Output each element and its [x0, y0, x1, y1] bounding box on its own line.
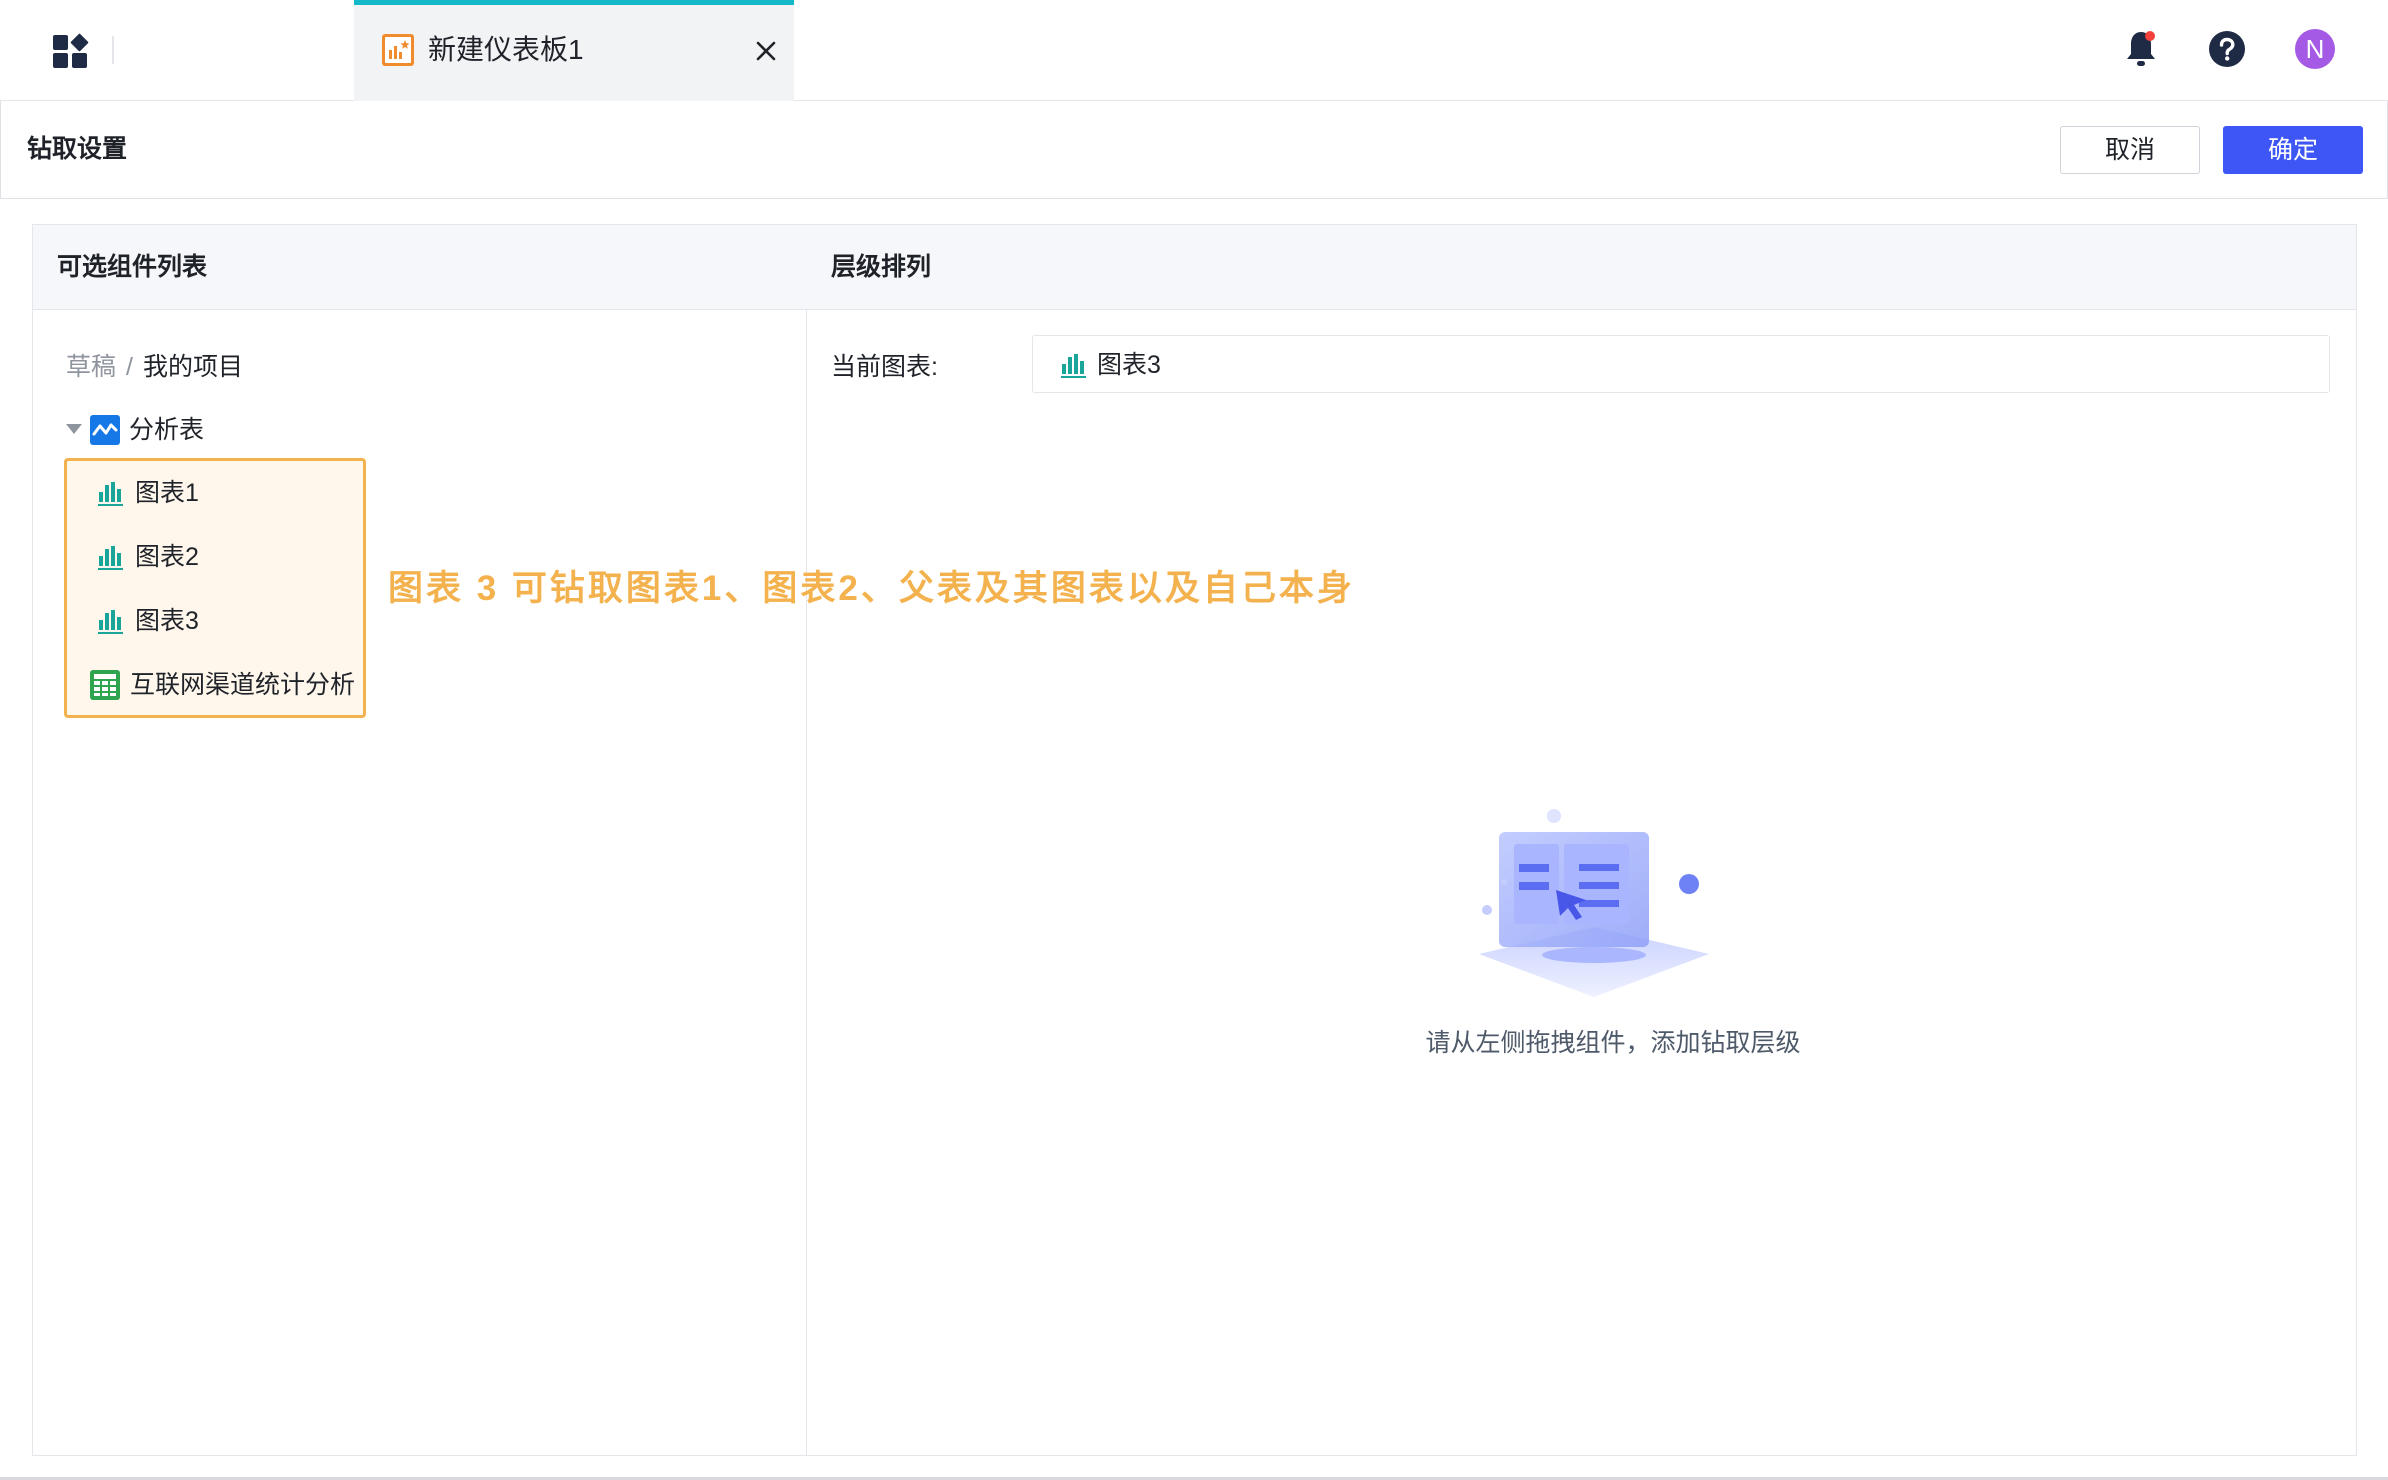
panel-header: 可选组件列表 层级排列: [33, 225, 2356, 310]
tree-item-chart-3[interactable]: 图表3: [97, 601, 387, 641]
bar-chart-icon: [1061, 354, 1086, 378]
current-chart-field: 图表3: [1032, 335, 2330, 393]
table-icon: [90, 670, 120, 700]
tree-item-label: 图表1: [135, 479, 199, 507]
drillable-highlight-box: 图表1 图表2 图表3 互联网渠道统计分析: [64, 458, 366, 718]
analysis-table-icon: [90, 415, 120, 445]
bell-icon[interactable]: [2124, 29, 2158, 69]
cancel-button[interactable]: 取消: [2060, 126, 2200, 174]
current-chart-value: 图表3: [1097, 351, 1161, 379]
close-icon[interactable]: [755, 40, 777, 62]
current-chart-label: 当前图表:: [831, 353, 938, 381]
tree-item-chart-2[interactable]: 图表2: [97, 537, 387, 577]
tab-label: 新建仪表板1: [428, 34, 584, 65]
bar-chart-icon: [98, 482, 123, 506]
header-bar: 钻取设置 取消 确定: [0, 101, 2388, 199]
confirm-button[interactable]: 确定: [2223, 126, 2363, 174]
annotation-text: 图表 3 可钻取图表1、图表2、父表及其图表以及自己本身: [388, 569, 1355, 608]
breadcrumb-separator: /: [126, 353, 133, 381]
tree-item-table[interactable]: 互联网渠道统计分析: [90, 665, 380, 705]
tree-node-analysis-table[interactable]: 分析表: [63, 412, 363, 448]
component-list-title: 可选组件列表: [57, 253, 208, 281]
tree-item-label: 互联网渠道统计分析: [130, 671, 356, 699]
column-divider: [806, 310, 807, 1455]
tree-parent-label: 分析表: [129, 416, 205, 444]
breadcrumb-current: 我的项目: [142, 353, 243, 381]
empty-state-illustration: [1479, 809, 1709, 997]
tree-item-chart-1[interactable]: 图表1: [97, 473, 387, 513]
avatar[interactable]: N: [2295, 29, 2335, 69]
drill-settings-panel: 可选组件列表 层级排列 草稿 / 我的项目 分析表 图表1 图表2 图表3 互联…: [32, 224, 2357, 1456]
dashboard-icon: [382, 34, 414, 66]
top-bar: 新建仪表板1 N: [0, 0, 2388, 101]
empty-state-text: 请从左侧拖拽组件，添加钻取层级: [1425, 1029, 1801, 1057]
caret-down-icon[interactable]: [66, 424, 82, 436]
breadcrumb-root[interactable]: 草稿: [66, 353, 116, 381]
breadcrumb: 草稿 / 我的项目: [66, 349, 243, 385]
topbar-divider: [112, 36, 114, 64]
page-title: 钻取设置: [27, 135, 128, 163]
tab-dashboard[interactable]: 新建仪表板1: [354, 0, 794, 101]
tree-item-label: 图表2: [135, 543, 199, 571]
apps-grid-icon[interactable]: [52, 32, 92, 70]
bar-chart-icon: [98, 546, 123, 570]
hierarchy-title: 层级排列: [831, 253, 932, 281]
bar-chart-icon: [98, 610, 123, 634]
help-icon[interactable]: [2208, 30, 2246, 68]
tree-item-label: 图表3: [135, 607, 199, 635]
